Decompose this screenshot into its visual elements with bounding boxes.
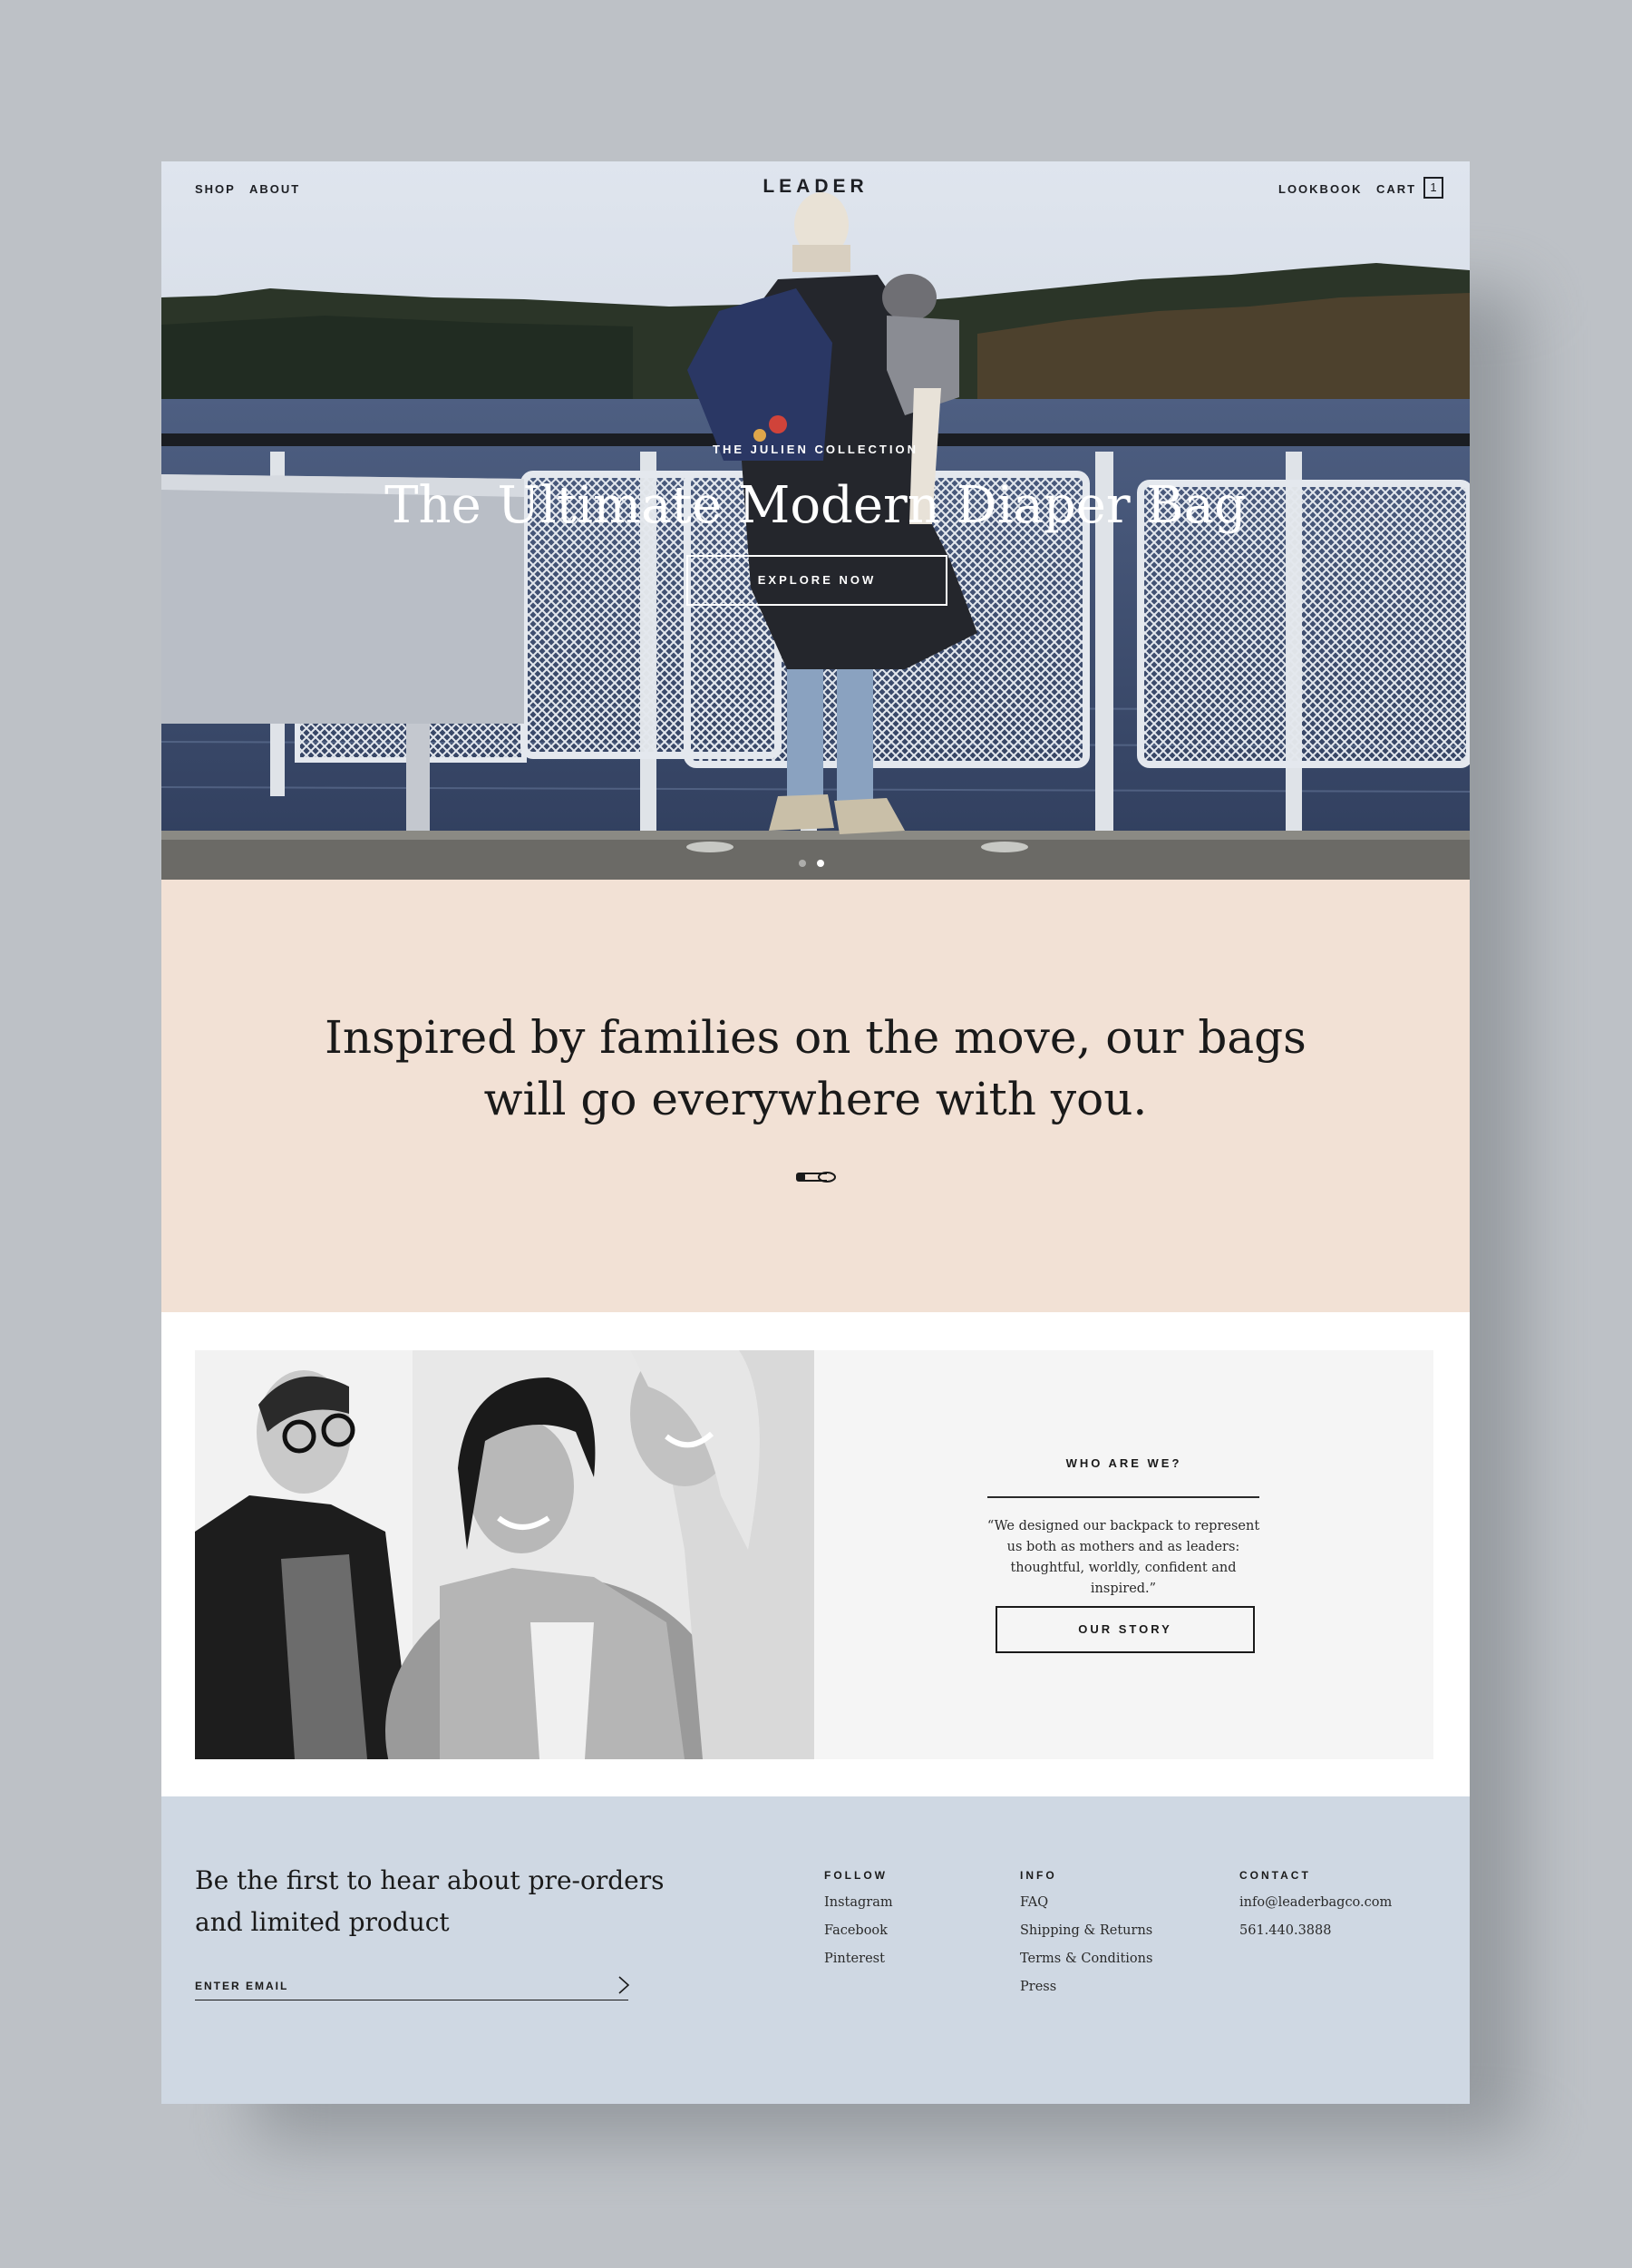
nav-cart[interactable]: CART	[1376, 182, 1416, 196]
slide-dot-active[interactable]	[817, 860, 824, 867]
about-section: WHO ARE WE? “We designed our backpack to…	[161, 1312, 1470, 1796]
slide-dot[interactable]	[799, 860, 806, 867]
hero-title: The Ultimate Modern Diaper Bag	[384, 476, 1247, 535]
footer-follow-column: FOLLOW Instagram Facebook Pinterest	[824, 1869, 893, 1973]
nav-shop[interactable]: SHOP	[195, 182, 236, 196]
founders-photo	[195, 1350, 814, 1759]
email-input[interactable]	[195, 1972, 628, 2000]
tagline-line-2: will go everywhere with you.	[483, 1073, 1148, 1125]
about-quote: “We designed our backpack to represent u…	[986, 1519, 1260, 1596]
our-story-button[interactable]: OUR STORY	[996, 1606, 1255, 1653]
newsletter-heading: Be the first to hear about pre-orders an…	[195, 1865, 665, 1937]
nav-about[interactable]: ABOUT	[249, 182, 300, 196]
safety-pin-icon	[796, 1172, 836, 1183]
footer-link-facebook[interactable]: Facebook	[824, 1917, 893, 1945]
footer-info-title: INFO	[1020, 1869, 1057, 1882]
chevron-right-icon[interactable]	[615, 1974, 633, 1996]
tagline-section: Inspired by families on the move, our ba…	[161, 880, 1470, 1312]
footer-link-instagram[interactable]: Instagram	[824, 1889, 893, 1917]
footer-link-phone[interactable]: 561.440.3888	[1239, 1917, 1392, 1945]
footer-info-column: INFO FAQ Shipping & Returns Terms & Cond…	[1020, 1869, 1152, 2001]
about-title: WHO ARE WE?	[1065, 1456, 1182, 1470]
tagline-line-1: Inspired by families on the move, our ba…	[325, 1011, 1307, 1064]
footer-follow-title: FOLLOW	[824, 1869, 888, 1882]
tagline-text: Inspired by families on the move, our ba…	[161, 1007, 1470, 1130]
footer-link-faq[interactable]: FAQ	[1020, 1889, 1152, 1917]
website-page: SHOP ABOUT LEADER LOOKBOOK CART 1 THE JU…	[161, 161, 1470, 2104]
hero-banner: SHOP ABOUT LEADER LOOKBOOK CART 1 THE JU…	[161, 161, 1470, 880]
about-divider	[987, 1496, 1259, 1498]
hero-kicker: THE JULIEN COLLECTION	[713, 443, 918, 456]
footer-link-press[interactable]: Press	[1020, 1973, 1152, 2001]
footer-link-terms[interactable]: Terms & Conditions	[1020, 1945, 1152, 1973]
explore-now-button[interactable]: EXPLORE NOW	[686, 555, 947, 606]
footer-link-shipping[interactable]: Shipping & Returns	[1020, 1917, 1152, 1945]
cart-count-badge[interactable]: 1	[1423, 177, 1443, 199]
footer-link-pinterest[interactable]: Pinterest	[824, 1945, 893, 1973]
footer-contact-column: CONTACT info@leaderbagco.com 561.440.388…	[1239, 1869, 1392, 1945]
site-logo[interactable]: LEADER	[763, 176, 868, 197]
nav-lookbook[interactable]: LOOKBOOK	[1278, 182, 1363, 196]
footer-contact-title: CONTACT	[1239, 1869, 1311, 1882]
about-panel: WHO ARE WE? “We designed our backpack to…	[814, 1350, 1433, 1759]
footer-link-email[interactable]: info@leaderbagco.com	[1239, 1889, 1392, 1917]
slide-indicator	[799, 860, 824, 867]
site-footer: Be the first to hear about pre-orders an…	[161, 1796, 1470, 2104]
